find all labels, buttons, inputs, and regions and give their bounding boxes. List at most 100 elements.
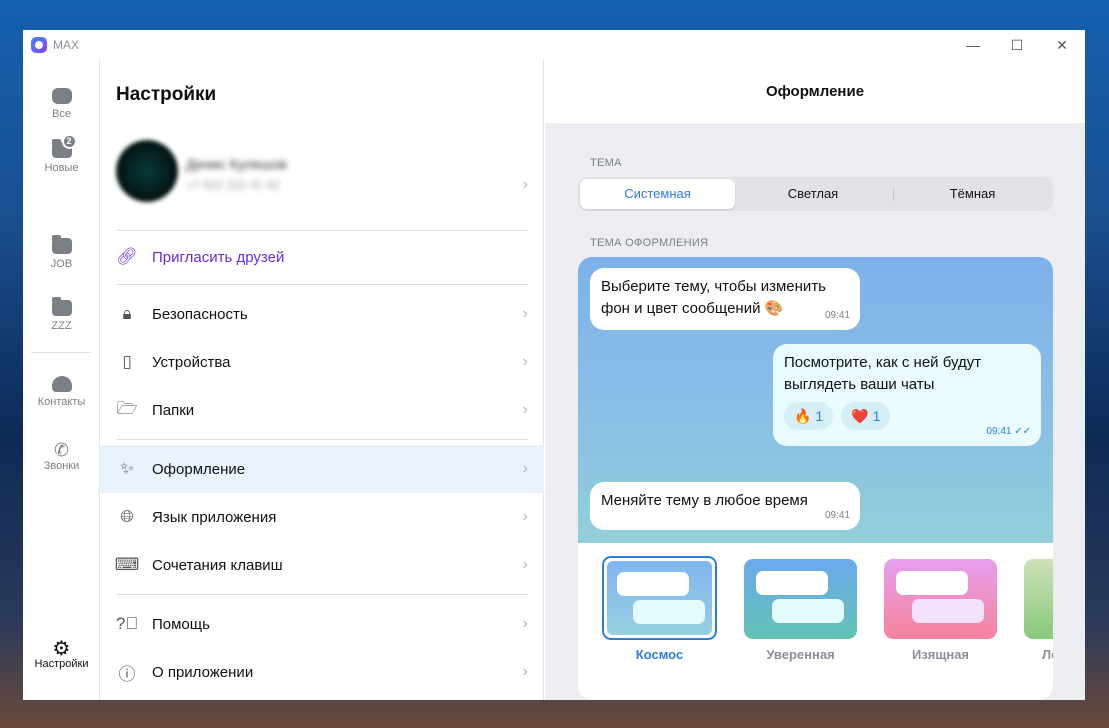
help-icon: ?⃝ — [115, 614, 139, 633]
message-bubble: Меняйте тему в любое время 09:41 — [590, 482, 860, 530]
rail-label: Новые — [44, 162, 79, 174]
keyboard-icon: ⌨ — [114, 555, 140, 574]
theme-segmented-control: Системная Светлая Тёмная — [578, 177, 1053, 211]
folder-icon — [51, 297, 72, 316]
avatar — [116, 140, 178, 202]
settings-item-shortcuts[interactable]: ⌨ Сочетания клавиш › — [100, 541, 544, 589]
lock-icon: 🔒︎ — [122, 304, 132, 323]
theme-name-partial: Ле — [1042, 647, 1053, 662]
message-bubble-outgoing: Посмотрите, как с ней будут выглядеть ва… — [773, 344, 1041, 446]
unread-badge: 2 — [61, 134, 77, 149]
settings-panel: Настройки Денис Кулешов +7 922 222 41 42… — [100, 60, 544, 700]
chevron-right-icon: › — [522, 508, 528, 525]
profile-row[interactable]: Денис Кулешов +7 922 222 41 42 › — [100, 132, 544, 232]
theme-thumb-confident[interactable] — [744, 559, 857, 639]
message-text: Меняйте тему в любое время — [601, 492, 808, 509]
theme-section-label: ТЕМА — [590, 157, 622, 169]
page-title: Настройки — [116, 84, 217, 105]
theme-thumb-partial[interactable] — [1024, 559, 1053, 639]
devices-icon: ▯ — [122, 352, 132, 371]
theme-thumb-elegant[interactable] — [884, 559, 997, 639]
rail-item-contacts[interactable]: Контакты — [23, 376, 100, 408]
chevron-right-icon: › — [522, 460, 528, 477]
rail-item-job[interactable]: JOB — [23, 235, 100, 270]
chevron-right-icon: › — [522, 663, 528, 680]
theme-card: Выберите тему, чтобы изменить фон и цвет… — [578, 257, 1053, 700]
rail-item-zzz[interactable]: ZZZ — [23, 297, 100, 332]
row-label: Сочетания клавиш — [152, 556, 283, 574]
settings-item-about[interactable]: ⓘ О приложении › — [100, 648, 544, 696]
settings-item-security[interactable]: 🔒︎ Безопасность › — [100, 290, 544, 338]
app-title: MAX — [53, 38, 80, 52]
folder-icon — [51, 235, 72, 254]
design-section-label: ТЕМА ОФОРМЛЕНИЯ — [590, 237, 709, 249]
divider — [116, 284, 528, 285]
maximize-button[interactable]: ☐ — [1005, 34, 1029, 56]
fire-icon: 🔥 — [794, 408, 812, 424]
max-logo-icon — [31, 37, 47, 53]
row-label: Папки — [152, 401, 195, 419]
magic-wand-icon: ✨︎ — [120, 459, 134, 478]
invite-friends-link[interactable]: 🔗︎ Пригласить друзей — [100, 233, 544, 281]
heart-icon: ❤️ — [851, 408, 869, 424]
divider — [116, 439, 528, 440]
minimize-button[interactable]: — — [961, 34, 985, 56]
divider — [116, 230, 528, 231]
settings-item-devices[interactable]: ▯ Устройства › — [100, 338, 544, 386]
theme-option-dark[interactable]: Тёмная — [894, 179, 1051, 209]
close-button[interactable]: ✕ — [1050, 34, 1074, 56]
settings-item-language[interactable]: 🌐︎ Язык приложения › — [100, 493, 544, 541]
chevron-right-icon: › — [522, 556, 528, 573]
row-label: Пригласить друзей — [152, 248, 285, 266]
appearance-panel: Оформление ТЕМА Системная Светлая Тёмная… — [545, 60, 1085, 700]
settings-item-folders[interactable]: 🗁 Папки › — [100, 386, 544, 434]
link-icon: 🔗︎ — [116, 247, 138, 266]
folder-icon: 2 — [51, 134, 77, 158]
theme-name-confident: Уверенная — [766, 647, 835, 662]
rail-item-all[interactable]: Все — [23, 88, 100, 120]
message-time: 09:41 — [824, 510, 850, 521]
theme-name-elegant: Изящная — [911, 647, 970, 662]
info-icon: ⓘ — [118, 664, 136, 684]
row-label: Устройства — [152, 353, 231, 371]
chevron-right-icon: › — [522, 401, 528, 418]
row-label: О приложении — [152, 663, 254, 681]
rail-label: ZZZ — [51, 320, 72, 332]
rail-label: Все — [52, 108, 71, 120]
chat-preview: Выберите тему, чтобы изменить фон и цвет… — [578, 257, 1053, 543]
settings-item-appearance[interactable]: ✨︎ Оформление › — [100, 445, 544, 493]
reaction-count: 1 — [872, 408, 881, 424]
panel-title: Оформление — [545, 60, 1085, 123]
rail-item-new[interactable]: 2 Новые — [23, 134, 100, 174]
chevron-right-icon: › — [522, 353, 528, 370]
folder-rail: Все 2 Новые JOB ZZZ Контакты ✆ Звонки ⚙ … — [23, 60, 100, 700]
title-bar: MAX — ☐ ✕ — [23, 30, 1085, 60]
theme-option-system[interactable]: Системная — [580, 179, 735, 209]
reaction-fire[interactable]: 🔥 1 — [784, 402, 834, 430]
reaction-heart[interactable]: ❤️ 1 — [841, 402, 891, 430]
globe-icon: 🌐︎ — [120, 507, 134, 526]
theme-thumb-kosmos[interactable] — [602, 556, 717, 640]
message-text: Выберите тему, чтобы изменить фон и цвет… — [601, 278, 826, 317]
chevron-right-icon: › — [522, 305, 528, 322]
rail-item-settings[interactable]: ⚙ Настройки — [23, 636, 100, 670]
rail-label: Настройки — [34, 658, 89, 670]
settings-item-help[interactable]: ?⃝ Помощь › — [100, 600, 544, 648]
row-label: Язык приложения — [152, 508, 277, 526]
chevron-right-icon: › — [522, 615, 528, 632]
message-time: 09:41 — [824, 310, 850, 321]
app-window: MAX — ☐ ✕ Все 2 Новые JOB ZZZ Контакты ✆… — [23, 30, 1085, 700]
theme-option-light[interactable]: Светлая — [735, 179, 891, 209]
rail-divider — [31, 352, 91, 353]
chevron-right-icon: › — [522, 176, 528, 193]
theme-name-kosmos: Космос — [635, 647, 684, 662]
profile-name: Денис Кулешов — [186, 156, 287, 172]
row-label: Безопасность — [152, 305, 248, 323]
message-text: Посмотрите, как с ней будут выглядеть ва… — [784, 354, 982, 393]
rail-item-calls[interactable]: ✆ Звонки — [23, 440, 100, 472]
divider — [116, 594, 528, 595]
rail-label: Контакты — [37, 396, 86, 408]
chat-icon — [51, 88, 72, 104]
rail-label: Звонки — [43, 460, 80, 472]
row-label: Оформление — [152, 460, 246, 478]
